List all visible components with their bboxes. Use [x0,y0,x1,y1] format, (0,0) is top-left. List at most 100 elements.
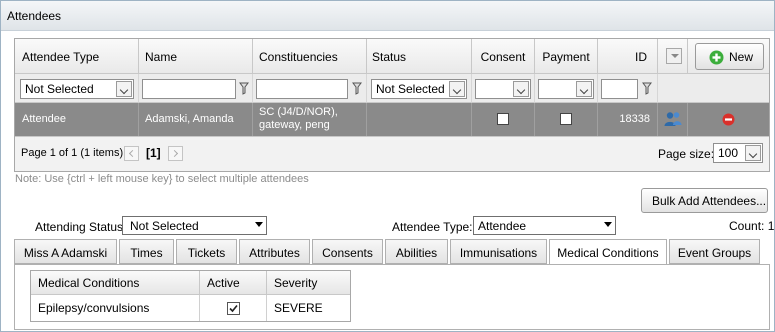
new-button-cell: New [688,39,769,74]
chevron-down-icon [671,54,679,58]
tab-abilities[interactable]: Abilities [385,239,448,264]
tab-label: Tickets [187,246,226,260]
tab-miss-a-adamski[interactable]: Miss A Adamski [14,239,117,264]
tab-times[interactable]: Times [119,239,174,264]
multi-select-note: Note: Use {ctrl + left mouse key} to sel… [15,173,309,185]
detail-tabs: Miss A Adamski Times Tickets Attributes … [14,239,770,265]
chevron-down-icon [255,222,263,227]
cell-text: SC (J4/D/NOR), gateway, peng [259,106,338,131]
medical-conditions-table: Medical Conditions Active Severity Epile… [30,270,351,322]
column-header-status[interactable]: Status [367,39,472,74]
column-header-name[interactable]: Name [139,39,253,74]
table-row-cell-remove [688,103,769,136]
tab-medical-conditions[interactable]: Medical Conditions [549,239,667,265]
current-page: [1] [146,146,161,160]
attending-status-select[interactable]: Not Selected [122,216,267,235]
checkmark-icon [229,304,238,313]
constituencies-filter-input[interactable] [256,79,348,99]
active-checkbox[interactable] [227,302,240,315]
cell-text: SEVERE [274,301,323,315]
attendee-type-select[interactable]: Attendee [473,216,616,235]
tab-tickets[interactable]: Tickets [176,239,237,264]
chevron-down-icon [513,81,529,97]
column-header-medical-conditions[interactable]: Medical Conditions [31,271,200,295]
page-size-select[interactable]: 100 [713,143,763,163]
attendee-type-filter-select[interactable]: Not Selected [20,79,134,99]
column-header-label: ID [635,50,647,64]
tab-consents[interactable]: Consents [312,239,383,264]
column-header-constituencies[interactable]: Constituencies [253,39,367,74]
column-header-label: Severity [274,276,318,290]
status-filter-select[interactable]: Not Selected [371,79,467,99]
table-row-cell-active [200,295,267,321]
panel-header: Attendees [1,1,774,31]
new-button[interactable]: New [695,43,764,70]
select-value: Not Selected [376,82,445,96]
column-header-label: Name [145,50,178,64]
tab-label: Consents [322,246,373,260]
filter-icon[interactable] [239,82,249,95]
pager-summary: Page 1 of 1 (1 items) [21,147,124,159]
table-row-cell-constituencies[interactable]: SC (J4/D/NOR), gateway, peng [253,103,367,136]
column-header-label: Attendee Type [22,50,100,64]
tab-attributes[interactable]: Attributes [239,239,310,264]
select-value: Not Selected [130,219,199,233]
tab-label: Times [130,246,163,260]
column-header-label: Active [207,276,240,290]
column-header-label: Payment [542,50,590,64]
bulk-add-label: Bulk Add Attendees... [652,194,767,208]
table-row-cell-name[interactable]: Adamski, Amanda [139,103,253,136]
attendees-panel: Attendees Attendee Type Name Constituenc… [0,0,775,332]
remove-icon[interactable] [722,113,735,126]
column-header-payment[interactable]: Payment [535,39,598,74]
column-header-label: Constituencies [259,50,338,64]
column-header-attendee-type[interactable]: Attendee Type [15,39,139,74]
filter-cell-payment [535,74,598,103]
table-row-cell-id[interactable]: 18338 [598,103,658,136]
payment-filter-select[interactable] [538,79,594,99]
filter-cell-name [139,74,253,103]
column-header-label: Consent [480,50,526,64]
cell-text: Attendee [22,113,67,125]
tab-label: Miss A Adamski [23,246,108,260]
table-row-cell-attendee-type[interactable]: Attendee [15,103,139,136]
table-row-cell-severity[interactable]: SEVERE [267,295,350,321]
filter-cell-id [598,74,658,103]
plus-circle-icon [709,50,724,65]
column-header-consent[interactable]: Consent [472,39,535,74]
select-value: 100 [718,146,739,160]
tab-event-groups[interactable]: Event Groups [669,239,760,264]
column-chooser-cell [658,39,688,74]
chevron-down-icon [449,81,465,97]
tab-label: Attributes [249,246,300,260]
page-size-label: Page size: [658,147,715,161]
table-row-cell-condition[interactable]: Epilepsy/convulsions [31,295,200,321]
tab-immunisations[interactable]: Immunisations [450,239,547,264]
chevron-down-icon [745,145,761,161]
consent-checkbox[interactable] [497,113,509,125]
filter-icon[interactable] [352,82,362,95]
column-header-id[interactable]: ID [598,39,658,74]
column-header-label: Medical Conditions [38,276,140,290]
column-chooser-button[interactable] [666,48,682,64]
name-filter-input[interactable] [142,79,236,99]
grid-pager: Page 1 of 1 (1 items) [1] Page size: 100 [15,136,769,171]
table-row-cell-consent [472,103,535,136]
tab-label: Event Groups [677,246,752,260]
column-header-active[interactable]: Active [200,271,267,295]
table-row-cell-status[interactable] [367,103,472,136]
column-header-severity[interactable]: Severity [267,271,350,295]
people-icon[interactable] [664,111,682,127]
payment-checkbox[interactable] [560,113,572,125]
chevron-left-icon [128,149,137,158]
column-header-label: Status [372,50,407,64]
filter-icon[interactable] [642,82,652,95]
select-value: Not Selected [25,82,94,96]
select-value: Attendee [478,219,527,233]
cell-text: Adamski, Amanda [145,113,234,125]
id-filter-input[interactable] [601,79,638,99]
previous-page-button[interactable] [124,146,139,161]
next-page-button[interactable] [168,146,183,161]
consent-filter-select[interactable] [475,79,531,99]
bulk-add-attendees-button[interactable]: Bulk Add Attendees... [641,188,768,213]
